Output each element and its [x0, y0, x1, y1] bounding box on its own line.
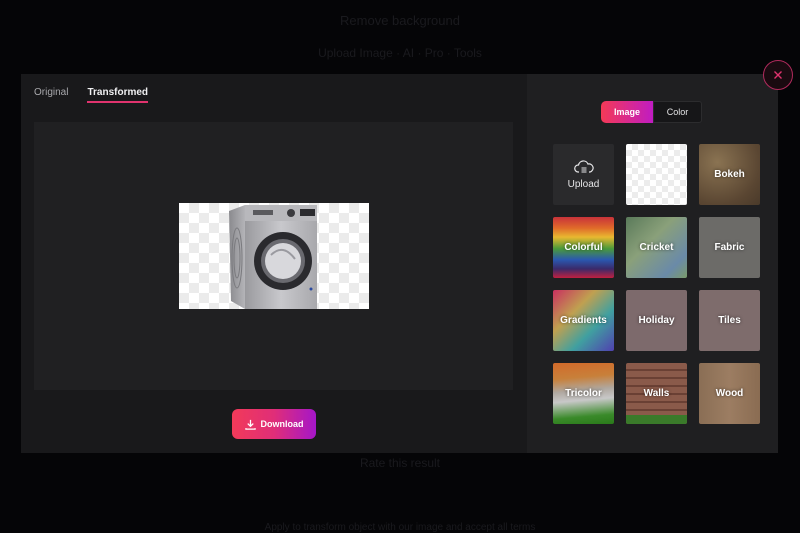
tile-holiday[interactable]: Holiday: [626, 290, 687, 351]
tile-cricket[interactable]: Cricket: [626, 217, 687, 278]
close-icon: [774, 71, 782, 79]
background-type-toggle: Image Color: [601, 101, 702, 123]
tile-label: Colorful: [564, 242, 603, 253]
preview-panel: Original Transformed Download: [21, 74, 527, 453]
tile-label: Gradients: [560, 315, 607, 326]
background-title: Remove background: [340, 13, 460, 28]
tile-label: Wood: [715, 388, 744, 399]
view-tabs: Original Transformed: [34, 87, 149, 103]
tile-label: Fabric: [714, 242, 745, 253]
tile-label: Tiles: [718, 315, 741, 326]
result-image: [179, 203, 369, 309]
tile-label: Cricket: [639, 242, 674, 253]
tile-label: Bokeh: [714, 169, 745, 180]
tile-transparent[interactable]: [626, 144, 687, 205]
segment-color[interactable]: Color: [653, 101, 702, 123]
washing-machine-image: [229, 205, 317, 309]
cloud-upload-icon: [573, 160, 594, 173]
tab-transformed[interactable]: Transformed: [87, 87, 149, 103]
tile-label: Tricolor: [565, 388, 602, 399]
background-grid: Upload Bokeh Colorful Cricket Fabric Gra…: [553, 144, 760, 424]
tile-bokeh[interactable]: Bokeh: [699, 144, 760, 205]
tile-label: Walls: [643, 388, 670, 399]
tile-gradients[interactable]: Gradients: [553, 290, 614, 351]
background-terms-text: Apply to transform object with our image…: [264, 522, 536, 533]
tile-tricolor[interactable]: Tricolor: [553, 363, 614, 424]
segment-image[interactable]: Image: [601, 101, 653, 123]
tile-upload[interactable]: Upload: [553, 144, 614, 205]
tile-colorful[interactable]: Colorful: [553, 217, 614, 278]
download-icon: [244, 419, 256, 430]
background-options-panel: Image Color Upload Bokeh Colorful Cricke…: [527, 74, 778, 453]
background-nav: Upload Image · AI · Pro · Tools: [318, 46, 482, 60]
tile-walls[interactable]: Walls: [626, 363, 687, 424]
download-button[interactable]: Download: [232, 409, 316, 439]
tab-original[interactable]: Original: [34, 87, 68, 103]
tile-fabric[interactable]: Fabric: [699, 217, 760, 278]
download-label: Download: [260, 419, 304, 429]
tile-label: Holiday: [638, 315, 675, 326]
preview-canvas: [34, 122, 513, 390]
result-modal: Original Transformed Download Image Colo…: [21, 74, 778, 453]
tile-wood[interactable]: Wood: [699, 363, 760, 424]
close-button[interactable]: [763, 60, 793, 90]
tile-label: Upload: [567, 179, 600, 190]
tile-tiles[interactable]: Tiles: [699, 290, 760, 351]
background-rating-text: Rate this result: [359, 456, 441, 470]
